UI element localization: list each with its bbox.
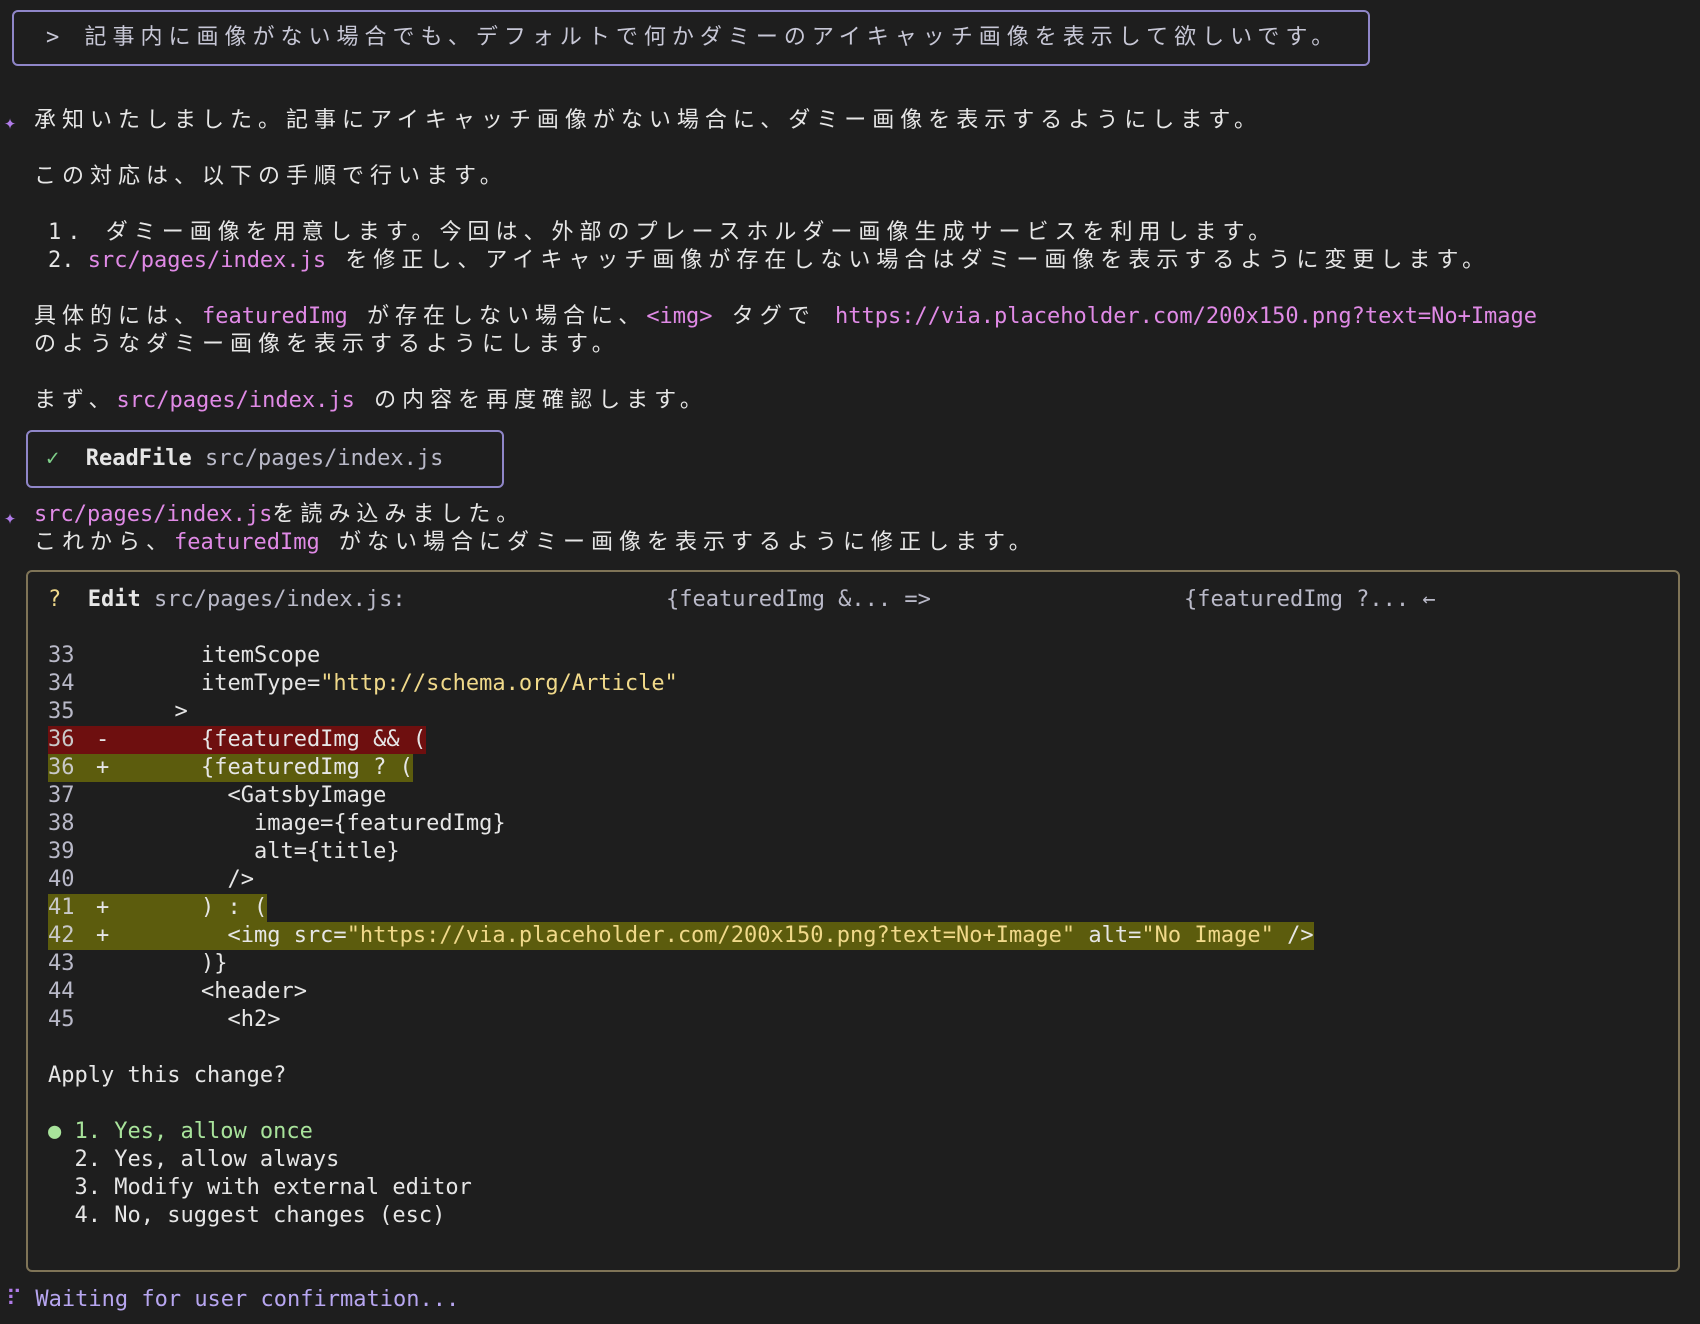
detail-a: 具体的には、 — [34, 304, 203, 329]
user-prompt-text: > 記事内に画像がない場合でも、デフォルトで何かダミーのアイキャッチ画像を表示し… — [46, 25, 1340, 50]
step-2-text: を修正し、アイキャッチ画像が存在しない場合はダミー画像を表示するように変更します… — [326, 248, 1491, 273]
line-number: 44 — [48, 979, 75, 1004]
step-2-code: src/pages/index.js — [87, 248, 327, 273]
diff-line: 41 + ) : ( — [48, 894, 268, 922]
line-number: 38 — [48, 811, 75, 836]
assistant2-b: がない場合にダミー画像を表示するように修正します。 — [319, 530, 1037, 555]
code-text: > — [148, 699, 188, 724]
diff-line: 39 alt={title} — [48, 838, 400, 866]
code-text: alt={title} — [148, 839, 400, 864]
diff-line: 34 itemType="http://schema.org/Article" — [48, 670, 678, 698]
step-2-num: 2. — [48, 248, 88, 273]
edit-confirmation-box: ? Edit src/pages/index.js: {featuredImg … — [26, 570, 1680, 1272]
line-number: 43 — [48, 951, 75, 976]
diff-line: 35 > — [48, 698, 188, 726]
edit-label: Edit — [87, 587, 141, 612]
diff-line: 45 <h2> — [48, 1006, 280, 1034]
code-text: {featuredImg && ( — [148, 727, 427, 752]
tool-name: ReadFile — [85, 446, 192, 471]
diff-line: 36 + {featuredImg ? ( — [48, 754, 413, 782]
line-number: 37 — [48, 783, 75, 808]
detail-line-2: のようなダミー画像を表示するようにします。 — [34, 332, 620, 357]
line-number: 41 — [48, 895, 75, 920]
line-number: 40 — [48, 867, 75, 892]
line-number: 34 — [48, 671, 75, 696]
diff-sign: - — [96, 727, 110, 752]
step-1: 1. ダミー画像を用意します。今回は、外部のプレースホルダー画像生成サービスを利… — [48, 220, 1277, 245]
code-text: <img src="https://via.placeholder.com/20… — [148, 923, 1314, 948]
diff-line: 42 + <img src="https://via.placeholder.co… — [48, 922, 1314, 950]
option-1[interactable]: ● 1. Yes, allow once — [48, 1118, 313, 1146]
assistant2-line-1: src/pages/index.jsを読み込みました。 — [34, 501, 524, 529]
code-text: ) : ( — [148, 895, 268, 920]
code-text: <h2> — [148, 1007, 281, 1032]
code-text: <header> — [148, 979, 307, 1004]
first-a: まず、 — [34, 388, 117, 413]
detail-line-1: 具体的には、featuredImg が存在しない場合に、<img> タグで ht… — [34, 303, 1537, 331]
edit-new-snippet: {featuredImg ?... ← — [1184, 587, 1436, 612]
assistant-star-icon-2: ✦ — [4, 505, 17, 529]
code-text: {featuredImg ? ( — [148, 755, 413, 780]
diff-sign: + — [96, 923, 110, 948]
assistant2-a: これから、 — [34, 530, 175, 555]
check-icon: ✓ — [46, 446, 60, 471]
assistant-star-icon: ✦ — [4, 110, 17, 134]
diff-line: 36- {featuredImg && ( — [48, 726, 427, 754]
step-2: 2. src/pages/index.js を修正し、アイキャッチ画像が存在しな… — [48, 247, 1490, 275]
code-text: itemType="http://schema.org/Article" — [148, 671, 678, 696]
diff-line: 44 <header> — [48, 978, 307, 1006]
line-number: 36 — [48, 755, 75, 780]
selected-dot-icon: ● — [48, 1119, 62, 1144]
first-line: まず、src/pages/index.js の内容を再度確認します。 — [34, 387, 708, 415]
assistant2-line2-code: featuredImg — [174, 530, 320, 555]
assistant2-code: src/pages/index.js — [34, 502, 273, 527]
line-number: 39 — [48, 839, 75, 864]
option-2[interactable]: 2. Yes, allow always — [48, 1146, 340, 1174]
spinner-icon: ⠏ — [6, 1287, 23, 1312]
readfile-tool-box: ✓ ReadFile src/pages/index.js — [26, 430, 504, 488]
user-prompt-box: > 記事内に画像がない場合でも、デフォルトで何かダミーのアイキャッチ画像を表示し… — [12, 10, 1370, 66]
detail-code-2: <img> — [646, 304, 713, 329]
code-text: image={featuredImg} — [148, 811, 506, 836]
edit-file: src/pages/index.js: — [153, 587, 406, 612]
apply-question: Apply this change? — [48, 1063, 287, 1088]
diff-line: 37 <GatsbyImage — [48, 782, 386, 810]
diff-line: 38 image={featuredImg} — [48, 810, 506, 838]
assistant2-rest: を読み込みました。 — [272, 502, 525, 527]
code-text: )} — [148, 951, 228, 976]
diff-line: 43 )} — [48, 950, 227, 978]
assistant-line-1: 承知いたしました。記事にアイキャッチ画像がない場合に、ダミー画像を表示するように… — [34, 108, 1263, 133]
diff-line: 33 itemScope — [48, 642, 320, 670]
option-3[interactable]: 3. Modify with external editor — [48, 1174, 472, 1202]
question-icon: ? — [48, 587, 62, 612]
tool-path: src/pages/index.js — [204, 446, 444, 471]
code-text: /> — [148, 867, 254, 892]
diff-sign: + — [96, 895, 110, 920]
line-number: 33 — [48, 643, 75, 668]
status-line: ⠏ Waiting for user confirmation... — [6, 1286, 459, 1314]
readfile-row: ✓ ReadFile src/pages/index.js — [46, 445, 443, 473]
code-text: itemScope — [148, 643, 321, 668]
line-number: 36 — [48, 727, 75, 752]
line-number: 35 — [48, 699, 75, 724]
assistant2-line-2: これから、featuredImg がない場合にダミー画像を表示するように修正しま… — [34, 529, 1037, 557]
detail-url: https://via.placeholder.com/200x150.png?… — [835, 304, 1538, 329]
edit-header: ? Edit src/pages/index.js: — [48, 586, 406, 614]
diff-line: 40 /> — [48, 866, 254, 894]
status-text: Waiting for user confirmation... — [35, 1287, 460, 1312]
detail-code-1: featuredImg — [202, 304, 348, 329]
edit-old-snippet: {featuredImg &... => — [666, 587, 931, 612]
line-number: 45 — [48, 1007, 75, 1032]
first-b: の内容を再度確認します。 — [354, 388, 708, 413]
diff-sign: + — [96, 755, 110, 780]
first-code: src/pages/index.js — [116, 388, 355, 413]
line-number: 42 — [48, 923, 75, 948]
detail-b: が存在しない場合に、 — [347, 304, 647, 329]
detail-c: タグで — [712, 304, 836, 329]
code-text: <GatsbyImage — [148, 783, 387, 808]
assistant-line-2: この対応は、以下の手順で行います。 — [34, 164, 508, 189]
option-4[interactable]: 4. No, suggest changes (esc) — [48, 1202, 446, 1230]
